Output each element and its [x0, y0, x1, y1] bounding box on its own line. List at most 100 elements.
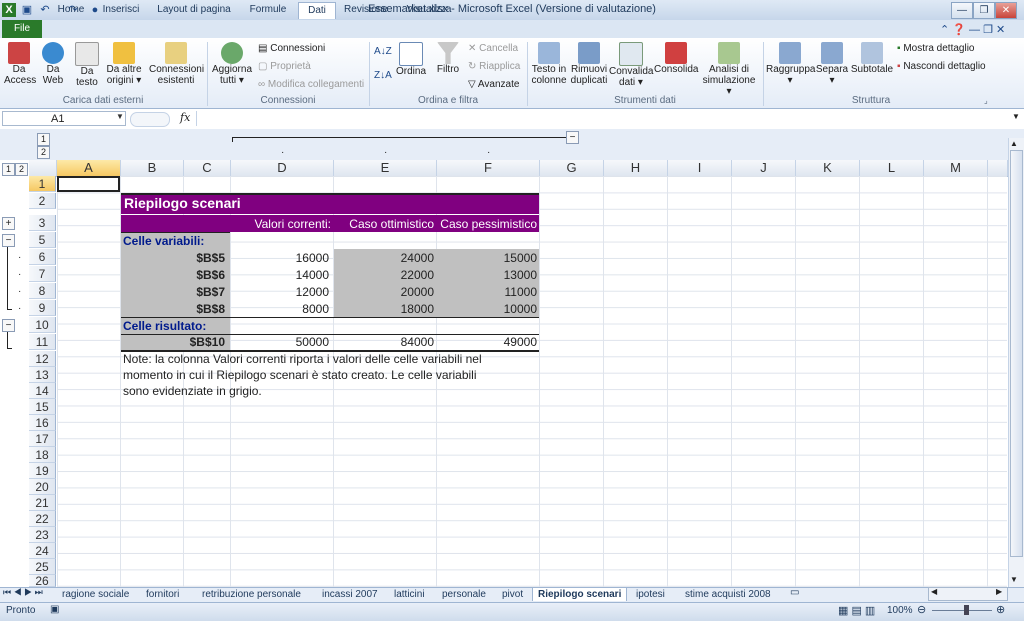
tab-home[interactable]: Home	[52, 2, 90, 18]
connessioni-esistenti-button[interactable]: Connessioni esistenti	[149, 42, 204, 86]
col-header[interactable]: M	[924, 160, 988, 177]
ribbon-controls[interactable]: ⌃ ❓ — ❐ ✕	[940, 23, 1005, 36]
col-header[interactable]: J	[732, 160, 796, 177]
mostra-dettaglio-item[interactable]: ▪ Mostra dettaglio	[897, 43, 974, 55]
filtro-button[interactable]: Filtro	[433, 42, 463, 75]
row-header[interactable]: 1	[29, 176, 56, 192]
minimize-button[interactable]: —	[951, 2, 973, 19]
view-buttons-icon[interactable]: ▦ ▤ ▥	[838, 604, 875, 617]
col-header[interactable]: D	[231, 160, 334, 177]
close-button[interactable]: ✕	[995, 2, 1017, 19]
dialog-launcher-icon[interactable]: ⌟	[984, 96, 988, 105]
row-header[interactable]: 2	[29, 193, 56, 209]
row-header[interactable]: 11	[29, 334, 56, 350]
sheet-nav-icons[interactable]: ⏮ ◀ ▶ ⏭	[3, 587, 43, 598]
row-header[interactable]: 14	[29, 383, 56, 399]
sheet-tab[interactable]: pivot	[502, 588, 523, 601]
sheet-tab[interactable]: retribuzione personale	[202, 588, 301, 601]
col-header[interactable]: F	[437, 160, 540, 177]
subtotale-button[interactable]: Subtotale	[850, 42, 894, 75]
zoom-out-icon[interactable]: ⊖	[917, 603, 926, 616]
tab-inserisci[interactable]: Inserisci	[97, 2, 145, 18]
testo-in-colonne-button[interactable]: Testo in colonne	[530, 42, 568, 86]
col-header[interactable]: I	[668, 160, 732, 177]
tab-file[interactable]: File	[2, 20, 42, 38]
sheet-tab[interactable]: personale	[442, 588, 486, 601]
sheet-tab-active[interactable]: Riepilogo scenari	[532, 588, 628, 601]
collapse-rows-button[interactable]: −	[2, 234, 15, 247]
select-all-corner[interactable]	[29, 160, 57, 177]
sort-za-icon[interactable]: Z↓A	[374, 70, 392, 82]
row-header[interactable]: 13	[29, 367, 56, 383]
sort-az-icon[interactable]: A↓Z	[374, 46, 392, 58]
col-outline-level-1[interactable]: 1	[37, 133, 50, 146]
tab-visualizza[interactable]: Visualizza	[400, 2, 458, 18]
convalida-dati-button[interactable]: Convalida dati ▾	[609, 42, 653, 88]
ordina-button[interactable]: Ordina	[394, 42, 428, 77]
rimuovi-duplicati-button[interactable]: Rimuovi duplicati	[569, 42, 609, 86]
row-header[interactable]: 21	[29, 495, 56, 511]
col-outline-level-2[interactable]: 2	[37, 146, 50, 159]
collapse-columns-button[interactable]: −	[566, 131, 579, 144]
row-header[interactable]: 12	[29, 351, 56, 367]
sheet-tab[interactable]: stime acquisti 2008	[685, 588, 771, 601]
zoom-slider-thumb[interactable]	[964, 605, 969, 615]
sheet-tab[interactable]: latticini	[394, 588, 425, 601]
restore-button[interactable]: ❐	[973, 2, 995, 19]
proprieta-item[interactable]: ▢ Proprietà	[258, 61, 311, 73]
col-header-partial[interactable]	[988, 160, 1008, 177]
fx-icon[interactable]: fx	[180, 111, 190, 124]
row-outline-level-2[interactable]: 2	[15, 163, 28, 176]
name-box[interactable]: A1	[2, 111, 126, 126]
zoom-in-icon[interactable]: ⊕	[996, 603, 1005, 616]
col-header[interactable]: E	[334, 160, 437, 177]
sheet-tab[interactable]: ragione sociale	[62, 588, 129, 601]
col-header[interactable]: C	[184, 160, 231, 177]
sheet-tab[interactable]: ipotesi	[636, 588, 665, 601]
row-header[interactable]: 5	[29, 232, 56, 248]
row-header[interactable]: 25	[29, 559, 56, 575]
row-header[interactable]: 17	[29, 431, 56, 447]
expand-rows-button[interactable]: +	[2, 217, 15, 230]
nascondi-dettaglio-item[interactable]: ▪ Nascondi dettaglio	[897, 61, 986, 73]
da-altre-origini-button[interactable]: Da altre origini ▾	[104, 42, 144, 86]
separa-button[interactable]: Separa ▾	[815, 42, 849, 86]
col-header[interactable]: L	[860, 160, 924, 177]
row-header[interactable]: 6	[29, 249, 56, 265]
da-web-button[interactable]: Da Web	[38, 42, 68, 86]
scroll-down-icon[interactable]: ▼	[1010, 575, 1018, 584]
tab-dati[interactable]: Dati	[298, 2, 336, 19]
row-header[interactable]: 20	[29, 479, 56, 495]
row-header[interactable]: 24	[29, 543, 56, 559]
modifica-collegamenti-item[interactable]: ∞ Modifica collegamenti	[258, 79, 364, 91]
scroll-thumb[interactable]	[1010, 150, 1023, 557]
row-header[interactable]: 10	[29, 317, 56, 333]
avanzate-item[interactable]: ▽ Avanzate	[468, 79, 519, 91]
formula-input[interactable]	[196, 111, 1007, 126]
scroll-left-icon[interactable]: ◀	[931, 587, 937, 596]
sheet-tab[interactable]: incassi 2007	[322, 588, 378, 601]
analisi-simulazione-button[interactable]: Analisi di simulazione ▾	[700, 42, 758, 97]
row-header[interactable]: 15	[29, 399, 56, 415]
row-header[interactable]: 16	[29, 415, 56, 431]
row-header[interactable]: 18	[29, 447, 56, 463]
da-access-button[interactable]: Da Access	[4, 42, 36, 86]
chevron-down-icon[interactable]: ▼	[116, 112, 124, 121]
col-header[interactable]: B	[121, 160, 184, 177]
collapse-rows-button[interactable]: −	[2, 319, 15, 332]
consolida-button[interactable]: Consolida	[654, 42, 698, 75]
col-header[interactable]: H	[604, 160, 668, 177]
sheet-tab[interactable]: fornitori	[146, 588, 179, 601]
row-outline-level-1[interactable]: 1	[2, 163, 15, 176]
selected-cell-a1[interactable]	[57, 176, 120, 192]
col-header[interactable]: G	[540, 160, 604, 177]
formula-buttons[interactable]	[130, 112, 170, 127]
expand-formula-icon[interactable]: ▼	[1012, 112, 1020, 121]
tab-formule[interactable]: Formule	[243, 2, 293, 18]
zoom-slider-track[interactable]	[932, 610, 992, 611]
insert-sheet-icon[interactable]: ▭	[790, 587, 799, 598]
cancella-item[interactable]: ✕ Cancella	[468, 43, 518, 55]
scroll-right-icon[interactable]: ▶	[996, 587, 1002, 596]
scroll-up-icon[interactable]: ▲	[1010, 139, 1018, 148]
aggiorna-tutti-button[interactable]: Aggiorna tutti ▾	[211, 42, 253, 86]
